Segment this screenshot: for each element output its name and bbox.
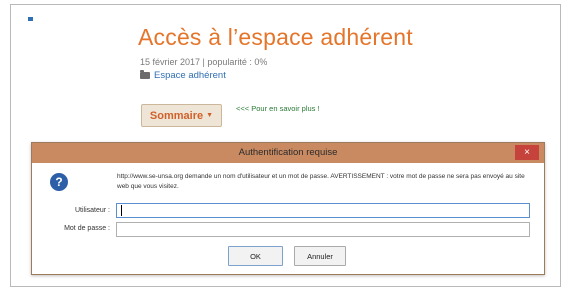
article-meta: 15 février 2017 | popularité : 0% bbox=[140, 57, 268, 67]
learn-more-link[interactable]: <<< Pour en savoir plus ! bbox=[236, 104, 320, 113]
page-title: Accès à l’espace adhérent bbox=[138, 24, 413, 50]
close-button[interactable]: × bbox=[515, 145, 539, 160]
category-label: Espace adhérent bbox=[154, 70, 226, 81]
password-field[interactable] bbox=[116, 222, 530, 237]
page-marker bbox=[28, 17, 33, 21]
text-cursor bbox=[121, 205, 122, 216]
ok-button[interactable]: OK bbox=[228, 246, 283, 266]
username-field[interactable] bbox=[116, 203, 530, 218]
summary-dropdown-button[interactable]: Sommaire ▼ bbox=[141, 104, 222, 127]
close-icon: × bbox=[524, 147, 530, 158]
question-icon: ? bbox=[50, 173, 68, 191]
dialog-title: Authentification requise bbox=[238, 147, 338, 158]
category-link[interactable]: Espace adhérent bbox=[140, 70, 226, 81]
dialog-titlebar[interactable]: Authentification requise × bbox=[32, 143, 544, 163]
cancel-button[interactable]: Annuler bbox=[294, 246, 346, 266]
summary-label: Sommaire bbox=[149, 109, 204, 122]
chevron-down-icon: ▼ bbox=[206, 112, 214, 119]
folder-icon bbox=[140, 70, 150, 79]
username-label: Utilisateur : bbox=[74, 207, 110, 214]
auth-dialog: Authentification requise × ? http://www.… bbox=[31, 142, 545, 275]
dialog-message: http://www.se-unsa.org demande un nom d'… bbox=[117, 173, 525, 190]
password-label: Mot de passe : bbox=[64, 225, 110, 232]
